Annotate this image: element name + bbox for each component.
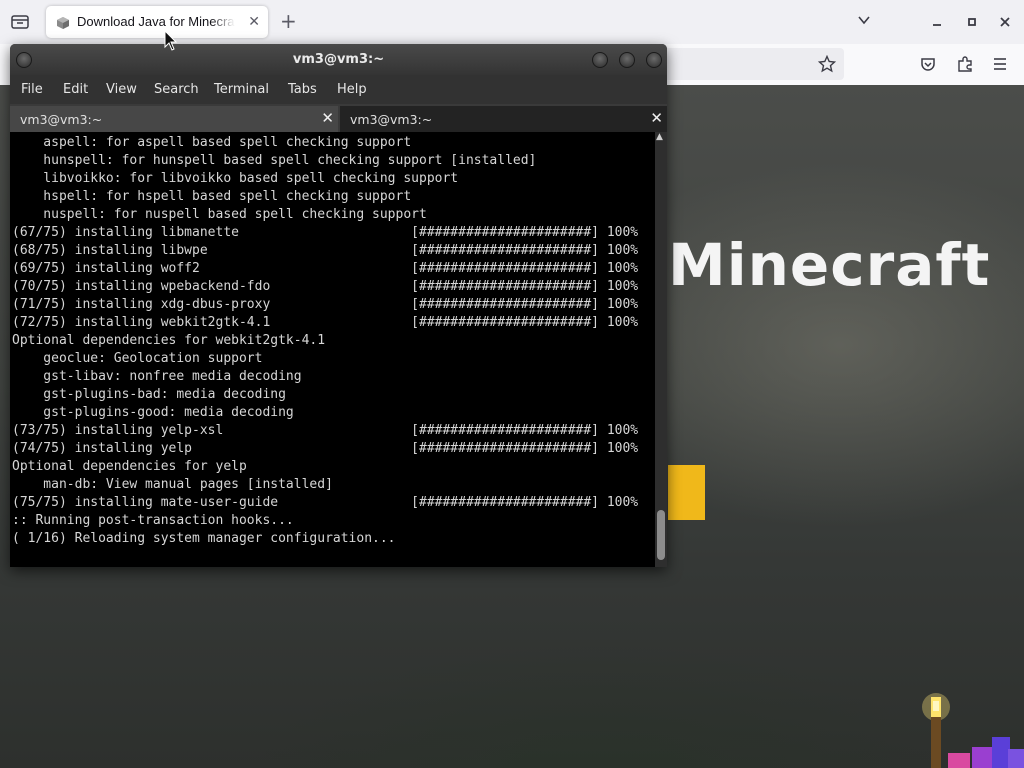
menu-search[interactable]: Search [154, 82, 199, 97]
browser-tab-bar: Download Java for Minecraft ✕ + [0, 0, 1024, 44]
terminal-line: ( 1/16) Reloading system manager configu… [12, 531, 396, 546]
window-close-icon[interactable] [646, 52, 662, 68]
terminal-line: :: Running post-transaction hooks... [12, 513, 294, 528]
menu-help[interactable]: Help [337, 82, 367, 97]
cube-favicon-icon [56, 15, 70, 29]
terminal-line: hunspell: for hunspell based spell check… [12, 153, 537, 168]
terminal-line: (70/75) installing wpebackend-fdo [#####… [12, 279, 639, 294]
terminal-tab-1[interactable]: vm3@vm3:~ ✕ [10, 106, 338, 132]
terminal-window: vm3@vm3:~ File Edit View Search Terminal… [10, 44, 667, 567]
menu-view[interactable]: View [106, 82, 137, 97]
url-bar[interactable] [664, 48, 844, 80]
terminal-line: gst-plugins-good: media decoding [12, 405, 294, 420]
window-close-icon[interactable] [999, 14, 1011, 32]
bookmark-star-icon[interactable] [817, 54, 837, 77]
maximize-icon[interactable] [966, 14, 978, 32]
torch-image [922, 693, 950, 768]
extensions-icon[interactable] [956, 55, 974, 77]
terminal-scrollbar[interactable]: ▲ [655, 132, 667, 567]
terminal-line: nuspell: for nuspell based spell checkin… [12, 207, 427, 222]
close-icon[interactable]: ✕ [321, 109, 334, 127]
terminal-output[interactable]: aspell: for aspell based spell checking … [10, 132, 655, 567]
minimize-icon[interactable] [931, 14, 943, 32]
terminal-title: vm3@vm3:~ [292, 52, 385, 67]
terminal-line: (75/75) installing mate-user-guide [####… [12, 495, 639, 510]
pocket-icon[interactable] [920, 56, 936, 76]
plus-icon[interactable]: + [280, 9, 297, 33]
terminal-line: Optional dependencies for webkit2gtk-4.1 [12, 333, 326, 348]
terminal-line: (68/75) installing libwpe [#############… [12, 243, 639, 258]
terminal-menubar: File Edit View Search Terminal Tabs Help [10, 75, 667, 104]
browser-tab[interactable]: Download Java for Minecraft ✕ [46, 6, 268, 38]
terminal-tab-label: vm3@vm3:~ [350, 112, 433, 127]
terminal-line: (73/75) installing yelp-xsl [###########… [12, 423, 639, 438]
menu-edit[interactable]: Edit [63, 82, 88, 97]
hero-title: Minecraft [668, 231, 991, 299]
terminal-line: Optional dependencies for yelp [12, 459, 247, 474]
close-icon[interactable]: ✕ [248, 14, 260, 30]
terminal-tab-bar: vm3@vm3:~ ✕ vm3@vm3:~ ✕ [10, 104, 667, 132]
tab-title: Download Java for Minecraft [77, 14, 235, 29]
scroll-up-icon[interactable]: ▲ [656, 132, 663, 142]
chevron-down-icon[interactable] [856, 12, 872, 32]
hamburger-menu-icon[interactable] [992, 56, 1008, 76]
terminal-tab-label: vm3@vm3:~ [20, 112, 103, 127]
tab-list-icon[interactable] [10, 12, 30, 32]
terminal-line: (71/75) installing xdg-dbus-proxy [#####… [12, 297, 639, 312]
terminal-line: man-db: View manual pages [installed] [12, 477, 333, 492]
terminal-line: hspell: for hspell based spell checking … [12, 189, 412, 204]
terminal-line: (72/75) installing webkit2gtk-4.1 [#####… [12, 315, 639, 330]
menu-tabs[interactable]: Tabs [288, 82, 317, 97]
terminal-line: gst-plugins-bad: media decoding [12, 387, 286, 402]
terminal-line: libvoikko: for libvoikko based spell che… [12, 171, 459, 186]
terminal-tab-2[interactable]: vm3@vm3:~ ✕ [340, 106, 667, 132]
terminal-line: geoclue: Geolocation support [12, 351, 263, 366]
terminal-line: (67/75) installing libmanette [#########… [12, 225, 639, 240]
scrollbar-thumb[interactable] [657, 510, 665, 560]
menu-terminal[interactable]: Terminal [214, 82, 269, 97]
terminal-line: gst-libav: nonfree media decoding [12, 369, 302, 384]
terminal-titlebar[interactable]: vm3@vm3:~ [10, 44, 667, 75]
terminal-line: (69/75) installing woff2 [##############… [12, 261, 639, 276]
blocks-image [948, 737, 1024, 768]
menu-file[interactable]: File [21, 82, 43, 97]
terminal-line: aspell: for aspell based spell checking … [12, 135, 412, 150]
terminal-line: (74/75) installing yelp [###############… [12, 441, 639, 456]
close-icon[interactable]: ✕ [650, 109, 663, 127]
mouse-cursor-icon [164, 30, 178, 51]
minimize-icon[interactable] [592, 52, 608, 68]
download-button[interactable] [668, 465, 705, 520]
maximize-icon[interactable] [619, 52, 635, 68]
